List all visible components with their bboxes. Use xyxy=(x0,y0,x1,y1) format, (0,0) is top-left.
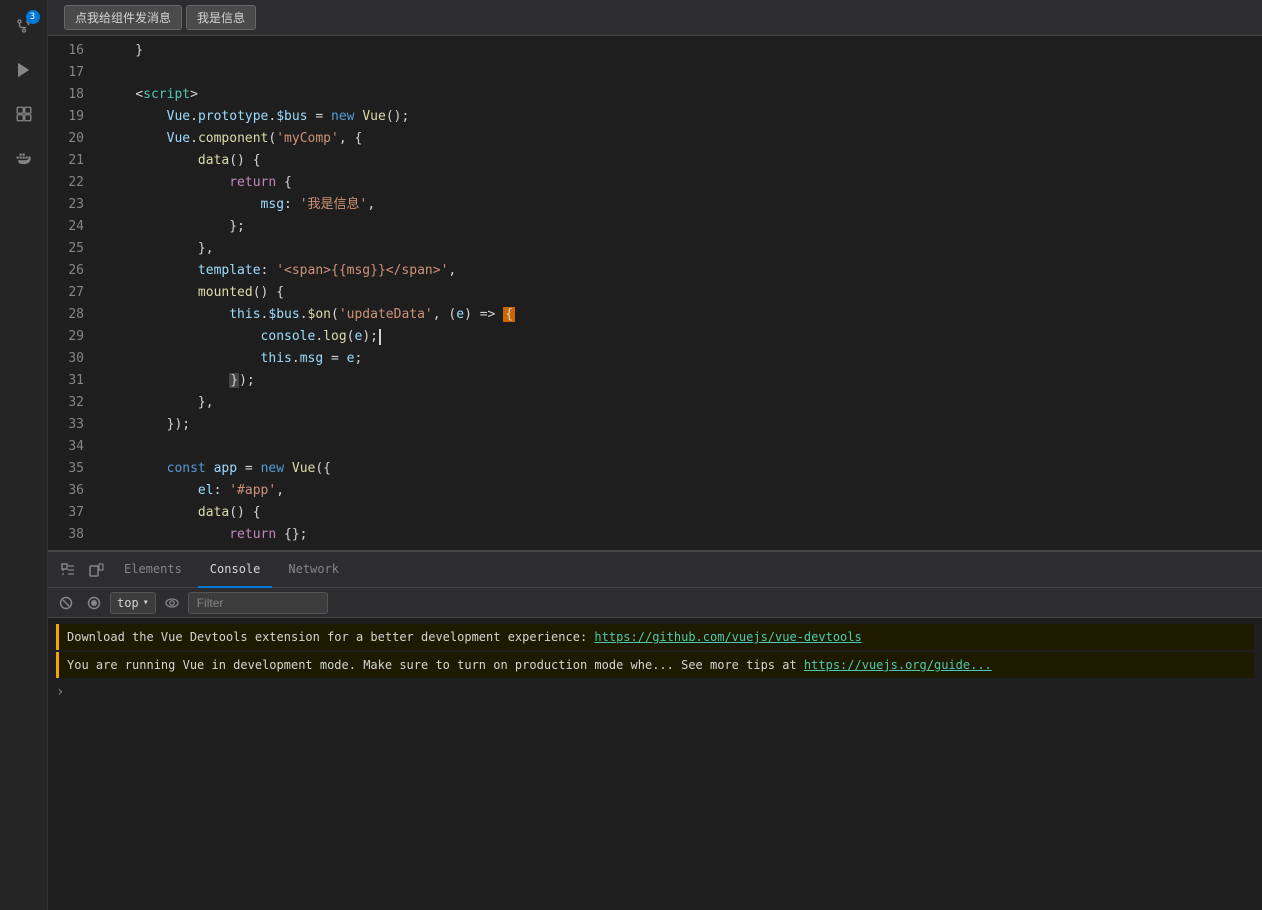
table-row: 26 template: '<span>{{msg}}</span>', xyxy=(48,260,1262,282)
table-row: 16 } xyxy=(48,40,1262,62)
stop-recording-icon[interactable] xyxy=(82,591,106,615)
table-row: 35 const app = new Vue({ xyxy=(48,458,1262,480)
table-row: 24 }; xyxy=(48,216,1262,238)
send-message-button[interactable]: 点我给组件发消息 xyxy=(64,5,182,30)
context-dropdown-label: top xyxy=(117,596,139,610)
clear-console-icon[interactable] xyxy=(54,591,78,615)
console-output: Download the Vue Devtools extension for … xyxy=(48,618,1262,910)
table-row: 32 }, xyxy=(48,392,1262,414)
console-toolbar: top ▾ xyxy=(48,588,1262,618)
table-row: 22 return { xyxy=(48,172,1262,194)
table-row: 25 }, xyxy=(48,238,1262,260)
table-row: 33 }); xyxy=(48,414,1262,436)
table-row: 28 this.$bus.$on('updateData', (e) => { xyxy=(48,304,1262,326)
prompt-arrow-icon: › xyxy=(56,684,64,700)
console-prompt: › xyxy=(56,680,1254,704)
inspect-element-icon[interactable] xyxy=(56,558,80,582)
main-content: 点我给组件发消息 我是信息 16 } 17 18 <script> xyxy=(48,0,1262,910)
filter-input[interactable] xyxy=(188,592,328,614)
console-link-devtools[interactable]: https://github.com/vuejs/vue-devtools xyxy=(594,630,861,644)
console-link-guide[interactable]: https://vuejs.org/guide... xyxy=(804,658,992,672)
table-row: 18 <script> xyxy=(48,84,1262,106)
code-content: 16 } 17 18 <script> 19 Vue.prototype.$bu… xyxy=(48,36,1262,550)
table-row: 19 Vue.prototype.$bus = new Vue(); xyxy=(48,106,1262,128)
table-row: 29 console.log(e); xyxy=(48,326,1262,348)
table-row: 34 xyxy=(48,436,1262,458)
badge-count: 3 xyxy=(26,10,40,24)
console-text-2: You are running Vue in development mode.… xyxy=(67,658,804,672)
code-editor: 16 } 17 18 <script> 19 Vue.prototype.$bu… xyxy=(48,36,1262,550)
table-row: 38 return {}; xyxy=(48,524,1262,546)
devtools-panel: Elements Console Network top ▾ xyxy=(48,550,1262,910)
console-message-warning-2: You are running Vue in development mode.… xyxy=(56,652,1254,678)
run-debug-icon[interactable] xyxy=(6,52,42,88)
table-row: 37 data() { xyxy=(48,502,1262,524)
extensions-icon[interactable] xyxy=(6,96,42,132)
table-row: 20 Vue.component('myComp', { xyxy=(48,128,1262,150)
tab-network[interactable]: Network xyxy=(276,552,351,588)
dropdown-arrow-icon: ▾ xyxy=(143,597,149,608)
table-row: 30 this.msg = e; xyxy=(48,348,1262,370)
devtools-tabs: Elements Console Network xyxy=(48,552,1262,588)
table-row: 21 data() { xyxy=(48,150,1262,172)
device-toolbar-icon[interactable] xyxy=(84,558,108,582)
table-row: 27 mounted() { xyxy=(48,282,1262,304)
table-row: 31 }); xyxy=(48,370,1262,392)
table-row: 17 xyxy=(48,62,1262,84)
table-row: 36 el: '#app', xyxy=(48,480,1262,502)
source-control-icon[interactable]: 3 xyxy=(6,8,42,44)
eye-icon[interactable] xyxy=(160,591,184,615)
browser-toolbar: 点我给组件发消息 我是信息 xyxy=(48,0,1262,36)
console-text: Download the Vue Devtools extension for … xyxy=(67,630,594,644)
console-message-warning-1: Download the Vue Devtools extension for … xyxy=(56,624,1254,650)
table-row: 23 msg: '我是信息', xyxy=(48,194,1262,216)
sidebar: 3 xyxy=(0,0,48,910)
tab-elements[interactable]: Elements xyxy=(112,552,194,588)
docker-icon[interactable] xyxy=(6,140,42,176)
context-dropdown[interactable]: top ▾ xyxy=(110,592,156,614)
tab-console[interactable]: Console xyxy=(198,552,273,588)
info-button[interactable]: 我是信息 xyxy=(186,5,256,30)
